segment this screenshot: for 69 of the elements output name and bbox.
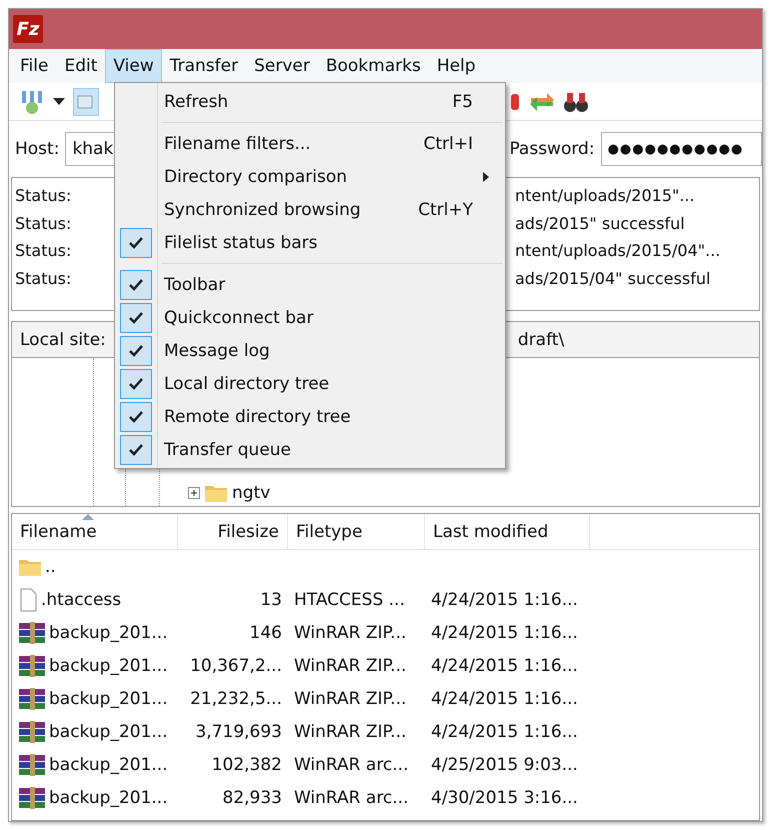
menu-item[interactable]: Server: [246, 49, 318, 83]
menu-item[interactable]: Bookmarks: [318, 49, 429, 83]
log-label: Status:: [15, 186, 72, 206]
shortcut-label: Ctrl+I: [423, 134, 473, 154]
log-message: ads/2015/04" successful: [515, 268, 712, 288]
table-cell-text: WinRAR ZIP...: [293, 622, 408, 642]
column-header[interactable]: Filetype: [288, 514, 425, 549]
menu-item[interactable]: Edit: [56, 49, 106, 83]
table-cell-text: WinRAR arc...: [293, 754, 410, 774]
file-name: ..: [45, 556, 56, 576]
file-name: backup_201...: [49, 754, 168, 774]
menu-option[interactable]: Synchronized browsing: [164, 200, 418, 220]
table-cell-text: 4/24/2015 1:16...: [430, 722, 579, 742]
file-name: .htaccess: [41, 590, 122, 610]
host-label: Host:: [15, 139, 60, 159]
menu-option[interactable]: Filelist status bars: [164, 232, 503, 252]
table-cell-text: 82,933: [222, 788, 283, 808]
table-cell-text: 10,367,2...: [189, 656, 283, 676]
table-cell-text: 4/25/2015 9:03...: [430, 754, 579, 774]
local-site-label: Local site:: [20, 330, 106, 350]
shortcut-label: Ctrl+Y: [418, 200, 473, 220]
password-field[interactable]: ●●●●●●●●●●●: [600, 132, 762, 166]
log-message: ntent/uploads/2015"...: [515, 186, 696, 206]
file-name: backup_201...: [49, 622, 168, 642]
menu-option[interactable]: Remote directory tree: [164, 406, 503, 426]
table-cell-text: 4/24/2015 1:16...: [430, 622, 579, 642]
column-header[interactable]: Last modified: [425, 514, 590, 549]
table-cell-text: 4/24/2015 1:16...: [430, 688, 579, 708]
file-name: backup_201...: [49, 656, 168, 676]
table-cell-text: 13: [259, 590, 283, 610]
file-name: backup_201...: [49, 788, 168, 808]
menu-item[interactable]: Transfer: [162, 49, 246, 83]
column-header[interactable]: Filesize: [178, 514, 288, 549]
log-message: ntent/uploads/2015/04"...: [515, 241, 722, 260]
table-cell-text: WinRAR ZIP...: [293, 688, 408, 708]
table-cell-text: 102,382: [210, 754, 283, 774]
local-site-path: draft\: [518, 330, 564, 350]
app-logo: Fz: [13, 15, 43, 43]
column-header[interactable]: Filename: [12, 514, 178, 549]
table-cell-text: WinRAR ZIP...: [293, 722, 408, 742]
table-cell-text: 3,719,693: [194, 722, 283, 742]
menu-option[interactable]: Quickconnect bar: [164, 308, 503, 328]
menu-item[interactable]: Help: [428, 49, 484, 83]
log-label: Status:: [15, 268, 72, 288]
password-label: Password:: [509, 139, 595, 159]
file-name: backup_201...: [49, 722, 168, 742]
menu-option[interactable]: Transfer queue: [164, 440, 503, 460]
menu-option[interactable]: Refresh: [164, 92, 452, 112]
table-cell-text: 4/24/2015 1:16...: [430, 656, 579, 676]
menu-option[interactable]: Toolbar: [164, 274, 503, 294]
menu-item[interactable]: File: [12, 49, 56, 83]
table-cell-text: 21,232,5...: [189, 688, 283, 708]
table-cell-text: 4/30/2015 3:16...: [430, 788, 579, 808]
file-name: backup_201...: [49, 688, 168, 708]
shortcut-label: F5: [452, 92, 473, 112]
table-cell-text: 4/24/2015 1:16...: [430, 590, 579, 610]
table-cell-text: WinRAR arc...: [293, 788, 410, 808]
log-label: Status:: [15, 214, 72, 233]
menu-option[interactable]: Local directory tree: [164, 374, 503, 394]
table-cell-text: HTACCESS ...: [293, 590, 406, 610]
tree-item[interactable]: ngtv: [232, 483, 270, 503]
log-message: ads/2015" successful: [515, 214, 686, 233]
menu-item[interactable]: View: [105, 49, 162, 83]
table-cell-text: 146: [248, 622, 283, 642]
menu-option[interactable]: Filename filters...: [164, 134, 424, 154]
table-cell-text: WinRAR ZIP...: [293, 656, 408, 676]
log-label: Status:: [15, 241, 72, 260]
menu-option[interactable]: Message log: [164, 340, 503, 360]
menu-option[interactable]: Directory comparison: [164, 166, 483, 186]
